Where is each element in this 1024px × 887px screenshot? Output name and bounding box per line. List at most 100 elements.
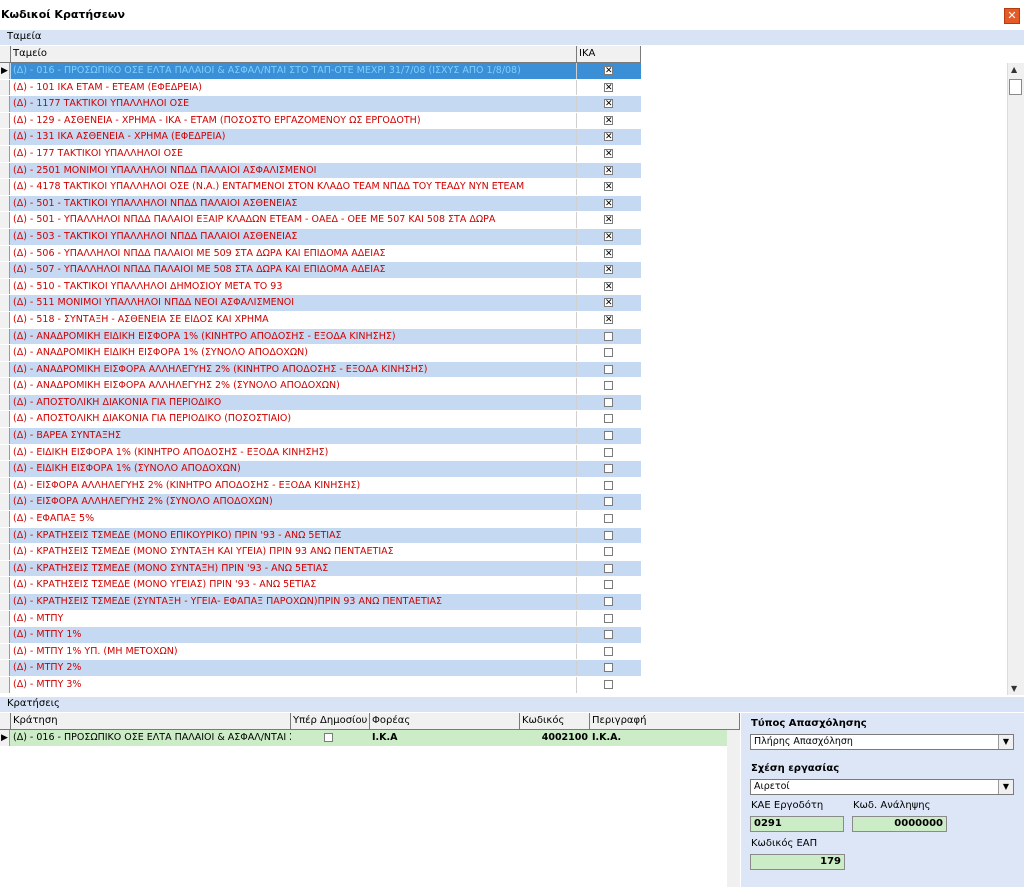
row-indicator[interactable] — [0, 594, 10, 610]
ika-checkbox[interactable]: ✕ — [604, 165, 613, 175]
table-row[interactable]: (Δ) - ΚΡΑΤΗΣΕΙΣ ΤΣΜΕΔΕ (ΜΟΝΟ ΥΓΕΙΑΣ) ΠΡΙ… — [0, 577, 641, 594]
ika-checkbox[interactable]: ✕ — [604, 198, 613, 208]
table-row[interactable]: (Δ) - 4178 ΤΑΚΤΙΚΟΙ ΥΠΑΛΛΗΛΟΙ ΟΣΕ (Ν.Α.)… — [0, 179, 641, 196]
table-row[interactable]: (Δ) - 501 - ΥΠΑΛΛΗΛΟΙ ΝΠΔΔ ΠΑΛΑΙΟΙ ΕΞΑΙΡ… — [0, 212, 641, 229]
ika-checkbox[interactable] — [604, 663, 613, 673]
deductions-scrollbar[interactable] — [727, 730, 740, 887]
ika-checkbox[interactable]: ✕ — [604, 148, 613, 158]
row-indicator[interactable] — [0, 228, 10, 245]
row-indicator[interactable] — [0, 345, 10, 361]
column-header-foreas[interactable]: Φορέας — [370, 713, 520, 729]
ika-checkbox[interactable] — [604, 480, 613, 490]
table-row[interactable]: (Δ) - 177 ΤΑΚΤΙΚΟΙ ΥΠΑΛΛΗΛΟΙ ΟΣΕ ✕ — [0, 145, 641, 163]
table-row[interactable]: (Δ) - 129 - ΑΣΘΕΝΕΙΑ - ΧΡΗΜΑ - ΙΚΑ - ΕΤΑ… — [0, 112, 641, 130]
ika-checkbox[interactable] — [604, 464, 613, 474]
kae-field[interactable]: 0291 — [750, 816, 844, 832]
ika-checkbox[interactable] — [604, 530, 613, 540]
deduction-row[interactable]: ▶ (Δ) - 016 - ΠΡΟΣΩΠΙΚΟ ΟΣΕ ΕΛΤΑ ΠΑΛΑΙΟΙ… — [0, 730, 727, 746]
table-row[interactable]: (Δ) - 1177 ΤΑΚΤΙΚΟΙ ΥΠΑΛΛΗΛΟΙ ΟΣΕ ✕ — [0, 96, 641, 113]
row-indicator[interactable] — [0, 195, 10, 212]
ika-checkbox[interactable] — [604, 414, 613, 424]
row-indicator[interactable] — [0, 676, 10, 693]
row-indicator[interactable] — [0, 311, 10, 328]
ika-checkbox[interactable]: ✕ — [604, 231, 613, 241]
table-row[interactable]: (Δ) - ΚΡΑΤΗΣΕΙΣ ΤΣΜΕΔΕ (ΜΟΝΟ ΣΥΝΤΑΞΗ ΚΑΙ… — [0, 544, 641, 561]
row-indicator[interactable] — [0, 162, 10, 179]
grid-scrollbar[interactable]: ▲ ▼ — [1007, 63, 1024, 695]
ika-checkbox[interactable] — [604, 646, 613, 656]
table-row[interactable]: (Δ) - ΜΤΠΥ 3% — [0, 676, 641, 694]
ika-checkbox[interactable] — [604, 331, 613, 341]
table-row[interactable]: (Δ) - ΑΝΑΔΡΟΜΙΚΗ ΕΙΔΙΚΗ ΕΙΣΦΟΡΑ 1% (ΣΥΝΟ… — [0, 345, 641, 362]
table-row[interactable]: (Δ) - 2501 ΜΟΝΙΜΟΙ ΥΠΑΛΛΗΛΟΙ ΝΠΔΔ ΠΑΛΑΙΟ… — [0, 162, 641, 180]
table-row[interactable]: (Δ) - ΜΤΠΥ — [0, 610, 641, 628]
ika-checkbox[interactable]: ✕ — [604, 248, 613, 258]
ika-checkbox[interactable]: ✕ — [604, 82, 613, 92]
ika-checkbox[interactable] — [604, 630, 613, 640]
row-indicator[interactable] — [0, 295, 10, 311]
table-row[interactable]: (Δ) - ΕΙΣΦΟΡΑ ΑΛΛΗΛΕΓΥΗΣ 2% (ΣΥΝΟΛΟ ΑΠΟΔ… — [0, 494, 641, 512]
ika-checkbox[interactable] — [604, 397, 613, 407]
work-relation-select[interactable]: Αιρετοί ▼ — [750, 779, 1014, 795]
column-header-yper-dimosiou[interactable]: Υπέρ Δημοσίου — [291, 713, 370, 729]
column-header-ika[interactable]: ΙΚΑ — [577, 46, 641, 62]
column-header-tameio[interactable]: Ταμείο — [11, 46, 577, 62]
table-row[interactable]: (Δ) - 501 - ΤΑΚΤΙΚΟΙ ΥΠΑΛΛΗΛΟΙ ΝΠΔΔ ΠΑΛΑ… — [0, 195, 641, 213]
table-row[interactable]: (Δ) - ΕΙΣΦΟΡΑ ΑΛΛΗΛΕΓΥΗΣ 2% (ΚΙΝΗΤΡΟ ΑΠΟ… — [0, 477, 641, 495]
analipsi-field[interactable]: 0000000 — [852, 816, 947, 832]
ika-checkbox[interactable]: ✕ — [604, 215, 613, 225]
eap-field[interactable]: 179 — [750, 854, 845, 870]
row-indicator[interactable] — [0, 79, 10, 96]
row-indicator[interactable] — [0, 361, 10, 378]
ika-checkbox[interactable]: ✕ — [604, 298, 613, 308]
table-row[interactable]: (Δ) - ΜΤΠΥ 2% — [0, 660, 641, 677]
row-indicator[interactable] — [0, 112, 10, 129]
row-indicator[interactable] — [0, 278, 10, 295]
ika-checkbox[interactable] — [604, 497, 613, 507]
ika-checkbox[interactable] — [604, 613, 613, 623]
row-indicator[interactable] — [0, 444, 10, 461]
scroll-up-icon[interactable]: ▲ — [1011, 65, 1017, 74]
row-indicator[interactable] — [0, 262, 10, 278]
table-row[interactable]: (Δ) - ΑΝΑΔΡΟΜΙΚΗ ΕΙΔΙΚΗ ΕΙΣΦΟΡΑ 1% (ΚΙΝΗ… — [0, 328, 641, 346]
ika-checkbox[interactable] — [604, 431, 613, 441]
row-indicator[interactable] — [0, 560, 10, 577]
table-row[interactable]: (Δ) - ΑΠΟΣΤΟΛΙΚΗ ΔΙΑΚΟΝΙΑ ΓΙΑ ΠΕΡΙΟΔΙΚΟ … — [0, 411, 641, 429]
table-row[interactable]: (Δ) - ΜΤΠΥ 1% ΥΠ. (ΜΗ ΜΕΤΟΧΩΝ) — [0, 643, 641, 661]
scroll-down-icon[interactable]: ▼ — [1011, 684, 1017, 693]
table-row[interactable]: ▶ (Δ) - 016 - ΠΡΟΣΩΠΙΚΟ ΟΣΕ ΕΛΤΑ ΠΑΛΑΙΟΙ … — [0, 63, 641, 80]
row-indicator[interactable] — [0, 461, 10, 477]
table-row[interactable]: (Δ) - ΑΝΑΔΡΟΜΙΚΗ ΕΙΣΦΟΡΑ ΑΛΛΗΛΕΓΥΗΣ 2% (… — [0, 378, 641, 395]
row-indicator[interactable] — [0, 212, 10, 228]
column-header-kratisi[interactable]: Κράτηση — [11, 713, 291, 729]
table-row[interactable]: (Δ) - ΑΝΑΔΡΟΜΙΚΗ ΕΙΣΦΟΡΑ ΑΛΛΗΛΕΓΥΗΣ 2% (… — [0, 361, 641, 379]
row-indicator[interactable] — [0, 627, 10, 643]
table-row[interactable]: (Δ) - 518 - ΣΥΝΤΑΞΗ - ΑΣΘΕΝΕΙΑ ΣΕ ΕΙΔΟΣ … — [0, 311, 641, 329]
row-pointer-icon[interactable]: ▶ — [0, 63, 10, 79]
row-indicator[interactable] — [0, 145, 10, 162]
row-indicator[interactable] — [0, 610, 10, 627]
table-row[interactable]: (Δ) - ΑΠΟΣΤΟΛΙΚΗ ΔΙΑΚΟΝΙΑ ΓΙΑ ΠΕΡΙΟΔΙΚΟ — [0, 394, 641, 412]
row-indicator[interactable] — [0, 577, 10, 593]
ika-checkbox[interactable]: ✕ — [604, 182, 613, 192]
ika-checkbox[interactable] — [604, 447, 613, 457]
chevron-down-icon[interactable]: ▼ — [998, 735, 1013, 749]
row-indicator[interactable] — [0, 96, 10, 112]
row-indicator[interactable] — [0, 527, 10, 544]
table-row[interactable]: (Δ) - 131 ΙΚΑ ΑΣΘΕΝΕΙΑ - ΧΡΗΜΑ (ΕΦΕΔΡΕΙΑ… — [0, 129, 641, 146]
ika-checkbox[interactable]: ✕ — [604, 314, 613, 324]
ika-checkbox[interactable]: ✕ — [604, 265, 613, 275]
row-indicator[interactable] — [0, 378, 10, 394]
table-row[interactable]: (Δ) - 101 ΙΚΑ ΕΤΑΜ - ΕΤΕΑΜ (ΕΦΕΔΡΕΙΑ) ✕ — [0, 79, 641, 97]
ika-checkbox[interactable] — [604, 381, 613, 391]
table-row[interactable]: (Δ) - 503 - ΤΑΚΤΙΚΟΙ ΥΠΑΛΛΗΛΟΙ ΝΠΔΔ ΠΑΛΑ… — [0, 228, 641, 246]
deduction-yper-dimosiou[interactable] — [291, 730, 370, 746]
row-indicator[interactable] — [0, 477, 10, 494]
employment-type-select[interactable]: Πλήρης Απασχόληση ▼ — [750, 734, 1014, 750]
ika-checkbox[interactable] — [604, 563, 613, 573]
ika-checkbox[interactable]: ✕ — [604, 132, 613, 142]
table-row[interactable]: (Δ) - ΕΦΑΠΑΞ 5% — [0, 511, 641, 528]
ika-checkbox[interactable]: ✕ — [604, 99, 613, 109]
table-row[interactable]: (Δ) - 510 - ΤΑΚΤΙΚΟΙ ΥΠΑΛΛΗΛΟΙ ΔΗΜΟΣΙΟΥ … — [0, 278, 641, 296]
table-row[interactable]: (Δ) - 507 - ΥΠΑΛΛΗΛΟΙ ΝΠΔΔ ΠΑΛΑΙΟΙ ΜΕ 50… — [0, 262, 641, 279]
